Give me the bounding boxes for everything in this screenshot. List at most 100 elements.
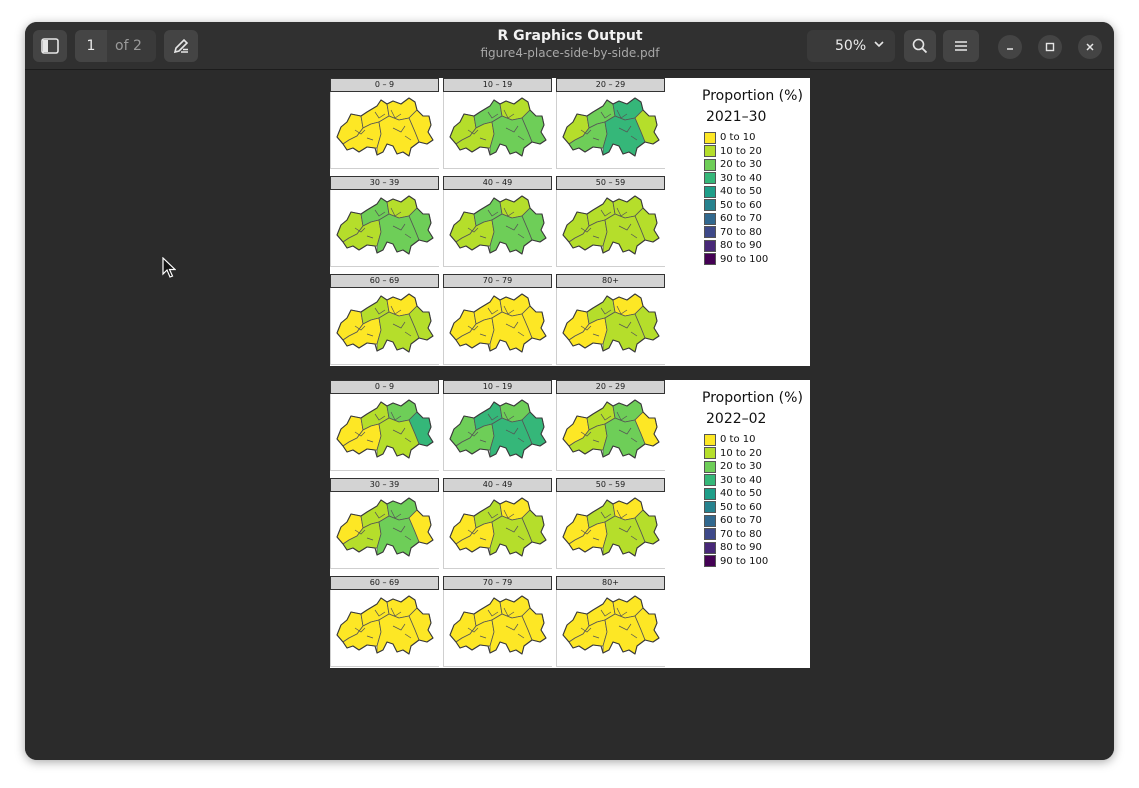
map-area <box>556 394 665 471</box>
map-panel: 50 – 59 <box>556 478 665 569</box>
maximize-button[interactable] <box>1038 35 1062 59</box>
legend-swatch <box>704 158 716 171</box>
map-panel: 10 – 19 <box>443 78 552 169</box>
legend-item: 70 to 80 <box>704 226 810 240</box>
switzerland-map <box>562 497 660 557</box>
panel-strip-label: 0 – 9 <box>330 78 439 92</box>
legend-item: 30 to 40 <box>704 172 810 186</box>
legend-swatch <box>704 447 716 460</box>
map-panel: 70 – 79 <box>443 274 552 365</box>
legend-item: 0 to 10 <box>704 433 810 447</box>
legend-items: 0 to 10 10 to 20 20 to 30 30 to 40 40 to 50 5… <box>704 433 810 568</box>
pen-icon <box>173 38 189 54</box>
switzerland-map <box>449 399 547 459</box>
legend-swatch <box>704 172 716 185</box>
switzerland-map <box>449 497 547 557</box>
legend-label: 30 to 40 <box>720 474 762 486</box>
panel-strip-label: 40 – 49 <box>443 176 552 190</box>
search-icon <box>912 38 928 54</box>
panel-strip-label: 0 – 9 <box>330 380 439 394</box>
legend-label: 40 to 50 <box>720 186 762 198</box>
panel-strip-label: 20 – 29 <box>556 380 665 394</box>
header-bar: 1 of 2 R Graphics Output figure4-place-s… <box>25 22 1114 70</box>
legend-label: 0 to 10 <box>720 434 756 446</box>
panel-strip-label: 80+ <box>556 274 665 288</box>
legend-item: 60 to 70 <box>704 514 810 528</box>
switzerland-map <box>562 595 660 655</box>
map-area <box>330 288 439 365</box>
legend-label: 40 to 50 <box>720 488 762 500</box>
map-area <box>443 92 552 169</box>
legend-label: 70 to 80 <box>720 226 762 238</box>
legend-swatch <box>704 460 716 473</box>
map-panel: 20 – 29 <box>556 78 665 169</box>
legend-label: 0 to 10 <box>720 132 756 144</box>
annotate-button[interactable] <box>164 30 198 62</box>
map-panel: 40 – 49 <box>443 176 552 267</box>
map-area <box>330 590 439 667</box>
map-panel: 30 – 39 <box>330 478 439 569</box>
map-panel: 40 – 49 <box>443 478 552 569</box>
map-area <box>330 492 439 569</box>
legend-swatch <box>704 145 716 158</box>
legend-item: 0 to 10 <box>704 131 810 145</box>
legend-item: 90 to 100 <box>704 253 810 267</box>
legend: Proportion (%) 2022–02 0 to 10 10 to 20 20… <box>702 389 810 568</box>
legend-swatch <box>704 555 716 568</box>
legend-swatch <box>704 501 716 514</box>
legend-swatch <box>704 199 716 212</box>
switzerland-map <box>449 595 547 655</box>
page-total-label: of 2 <box>115 38 142 54</box>
panel-strip-label: 50 – 59 <box>556 176 665 190</box>
legend-item: 80 to 90 <box>704 239 810 253</box>
minimize-button[interactable] <box>998 35 1022 59</box>
legend-label: 20 to 30 <box>720 461 762 473</box>
legend-label: 10 to 20 <box>720 145 762 157</box>
switzerland-map <box>336 595 434 655</box>
legend-label: 50 to 60 <box>720 501 762 513</box>
search-button[interactable] <box>904 30 936 62</box>
panel-strip-label: 10 – 19 <box>443 78 552 92</box>
switzerland-map <box>562 399 660 459</box>
document-filename: figure4-place-side-by-side.pdf <box>480 46 660 60</box>
legend-swatch <box>704 514 716 527</box>
pdf-page-1: Proportion (%) 2021–30 0 to 10 10 to 20 20… <box>330 78 810 366</box>
minimize-icon <box>1007 48 1013 50</box>
map-area <box>330 92 439 169</box>
map-panel: 80+ <box>556 274 665 365</box>
chevron-down-icon <box>873 30 885 62</box>
legend-swatch <box>704 541 716 554</box>
switzerland-map <box>562 293 660 353</box>
map-area <box>330 394 439 471</box>
legend-swatch <box>704 433 716 446</box>
close-button[interactable] <box>1078 35 1102 59</box>
map-panel: 20 – 29 <box>556 380 665 471</box>
panel-strip-label: 30 – 39 <box>330 176 439 190</box>
legend-label: 60 to 70 <box>720 213 762 225</box>
map-panel: 0 – 9 <box>330 78 439 169</box>
switzerland-map <box>336 195 434 255</box>
map-panel: 80+ <box>556 576 665 667</box>
legend-label: 50 to 60 <box>720 199 762 211</box>
legend-label: 90 to 100 <box>720 555 769 567</box>
legend-period: 2022–02 <box>706 411 767 427</box>
switzerland-map <box>336 497 434 557</box>
map-panel: 70 – 79 <box>443 576 552 667</box>
switzerland-map <box>562 195 660 255</box>
map-panel: 0 – 9 <box>330 380 439 471</box>
main-menu-button[interactable] <box>943 30 979 62</box>
switzerland-map <box>336 97 434 157</box>
current-page-input[interactable]: 1 <box>75 30 107 62</box>
legend-item: 20 to 30 <box>704 460 810 474</box>
switzerland-map <box>449 293 547 353</box>
panel-strip-label: 50 – 59 <box>556 478 665 492</box>
legend-items: 0 to 10 10 to 20 20 to 30 30 to 40 40 to 50 5… <box>704 131 810 266</box>
map-area <box>556 288 665 365</box>
legend-item: 40 to 50 <box>704 185 810 199</box>
sidebar-toggle-button[interactable] <box>33 30 67 62</box>
document-view[interactable]: Proportion (%) 2021–30 0 to 10 10 to 20 20… <box>25 70 1114 760</box>
legend-item: 90 to 100 <box>704 555 810 569</box>
panel-strip-label: 20 – 29 <box>556 78 665 92</box>
zoom-dropdown[interactable]: 50% <box>807 30 895 62</box>
map-area <box>443 288 552 365</box>
